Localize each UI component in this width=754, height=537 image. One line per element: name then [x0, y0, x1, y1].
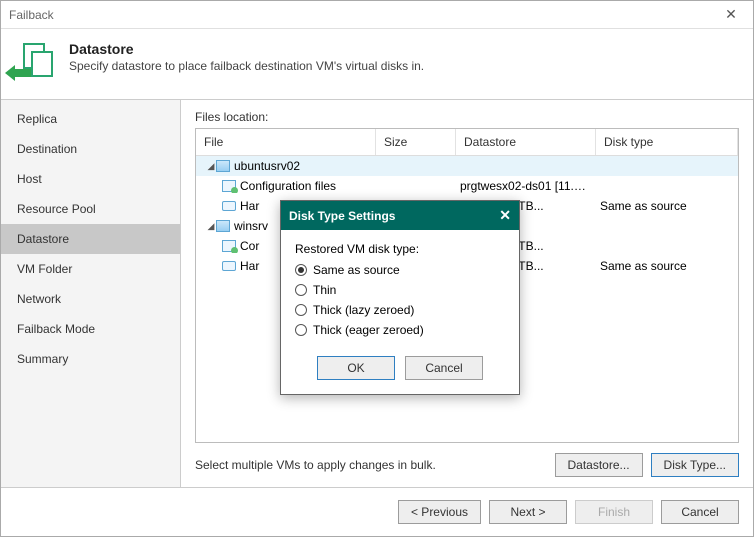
cell-name: Configuration files	[240, 179, 336, 193]
sidebar: Replica Destination Host Resource Pool D…	[1, 100, 181, 487]
sidebar-item-vm-folder[interactable]: VM Folder	[1, 254, 180, 284]
sidebar-item-datastore[interactable]: Datastore	[1, 224, 180, 254]
sidebar-item-network[interactable]: Network	[1, 284, 180, 314]
finish-button: Finish	[575, 500, 653, 524]
disk-type-button[interactable]: Disk Type...	[651, 453, 739, 477]
cell-datastore: prgtwesx02-ds01 [11.4 TB...	[456, 179, 596, 193]
dialog-footer: OK Cancel	[281, 346, 519, 394]
titlebar: Failback ✕	[1, 1, 753, 29]
chevron-down-icon[interactable]: ◢	[206, 161, 216, 172]
datastore-icon	[15, 43, 57, 85]
disk-icon	[222, 261, 236, 271]
close-icon[interactable]: ✕	[717, 6, 745, 23]
header: Datastore Specify datastore to place fai…	[1, 29, 753, 100]
sidebar-item-replica[interactable]: Replica	[1, 104, 180, 134]
page-title: Datastore	[69, 41, 424, 57]
config-icon	[222, 240, 236, 252]
header-text: Datastore Specify datastore to place fai…	[69, 41, 424, 73]
radio-same-as-source[interactable]: Same as source	[295, 260, 505, 280]
cell-name: ubuntusrv02	[234, 159, 300, 173]
grid-header: File Size Datastore Disk type	[196, 129, 738, 156]
col-size[interactable]: Size	[376, 129, 456, 155]
col-datastore[interactable]: Datastore	[456, 129, 596, 155]
radio-thick-eager[interactable]: Thick (eager zeroed)	[295, 320, 505, 340]
radio-label: Thick (eager zeroed)	[313, 323, 424, 337]
radio-label: Thick (lazy zeroed)	[313, 303, 414, 317]
cell-disk-type: Same as source	[596, 199, 738, 213]
datastore-button[interactable]: Datastore...	[555, 453, 643, 477]
disk-type-settings-dialog: Disk Type Settings ✕ Restored VM disk ty…	[280, 200, 520, 395]
sidebar-item-summary[interactable]: Summary	[1, 344, 180, 374]
col-file[interactable]: File	[196, 129, 376, 155]
sidebar-item-host[interactable]: Host	[1, 164, 180, 194]
col-disk-type[interactable]: Disk type	[596, 129, 738, 155]
radio-label: Thin	[313, 283, 336, 297]
sidebar-item-destination[interactable]: Destination	[1, 134, 180, 164]
dialog-titlebar: Disk Type Settings ✕	[281, 201, 519, 230]
cell-name: winsrv	[234, 219, 268, 233]
next-button[interactable]: Next >	[489, 500, 567, 524]
vm-icon	[216, 220, 230, 232]
chevron-down-icon[interactable]: ◢	[206, 221, 216, 232]
vm-icon	[216, 160, 230, 172]
close-icon[interactable]: ✕	[499, 207, 511, 224]
radio-icon	[295, 284, 307, 296]
sidebar-item-failback-mode[interactable]: Failback Mode	[1, 314, 180, 344]
bulk-row: Select multiple VMs to apply changes in …	[195, 453, 739, 477]
cell-disk-type: Same as source	[596, 259, 738, 273]
radio-icon	[295, 324, 307, 336]
window-title: Failback	[9, 8, 717, 22]
dialog-title: Disk Type Settings	[289, 209, 395, 223]
radio-thin[interactable]: Thin	[295, 280, 505, 300]
page-subtitle: Specify datastore to place failback dest…	[69, 59, 424, 73]
cell-name: Har	[240, 259, 259, 273]
radio-thick-lazy[interactable]: Thick (lazy zeroed)	[295, 300, 505, 320]
footer: < Previous Next > Finish Cancel	[1, 487, 753, 536]
files-location-label: Files location:	[195, 110, 739, 124]
radio-icon	[295, 304, 307, 316]
sidebar-item-resource-pool[interactable]: Resource Pool	[1, 194, 180, 224]
table-row[interactable]: Configuration files prgtwesx02-ds01 [11.…	[196, 176, 738, 196]
radio-label: Same as source	[313, 263, 400, 277]
cancel-button[interactable]: Cancel	[405, 356, 483, 380]
cell-name: Har	[240, 199, 259, 213]
bulk-text: Select multiple VMs to apply changes in …	[195, 458, 547, 472]
cell-name: Cor	[240, 239, 259, 253]
cancel-button[interactable]: Cancel	[661, 500, 739, 524]
table-row[interactable]: ◢ ubuntusrv02	[196, 156, 738, 176]
config-icon	[222, 180, 236, 192]
previous-button[interactable]: < Previous	[398, 500, 481, 524]
radio-icon	[295, 264, 307, 276]
disk-icon	[222, 201, 236, 211]
ok-button[interactable]: OK	[317, 356, 395, 380]
dialog-prompt: Restored VM disk type:	[295, 242, 505, 256]
dialog-body: Restored VM disk type: Same as source Th…	[281, 230, 519, 346]
